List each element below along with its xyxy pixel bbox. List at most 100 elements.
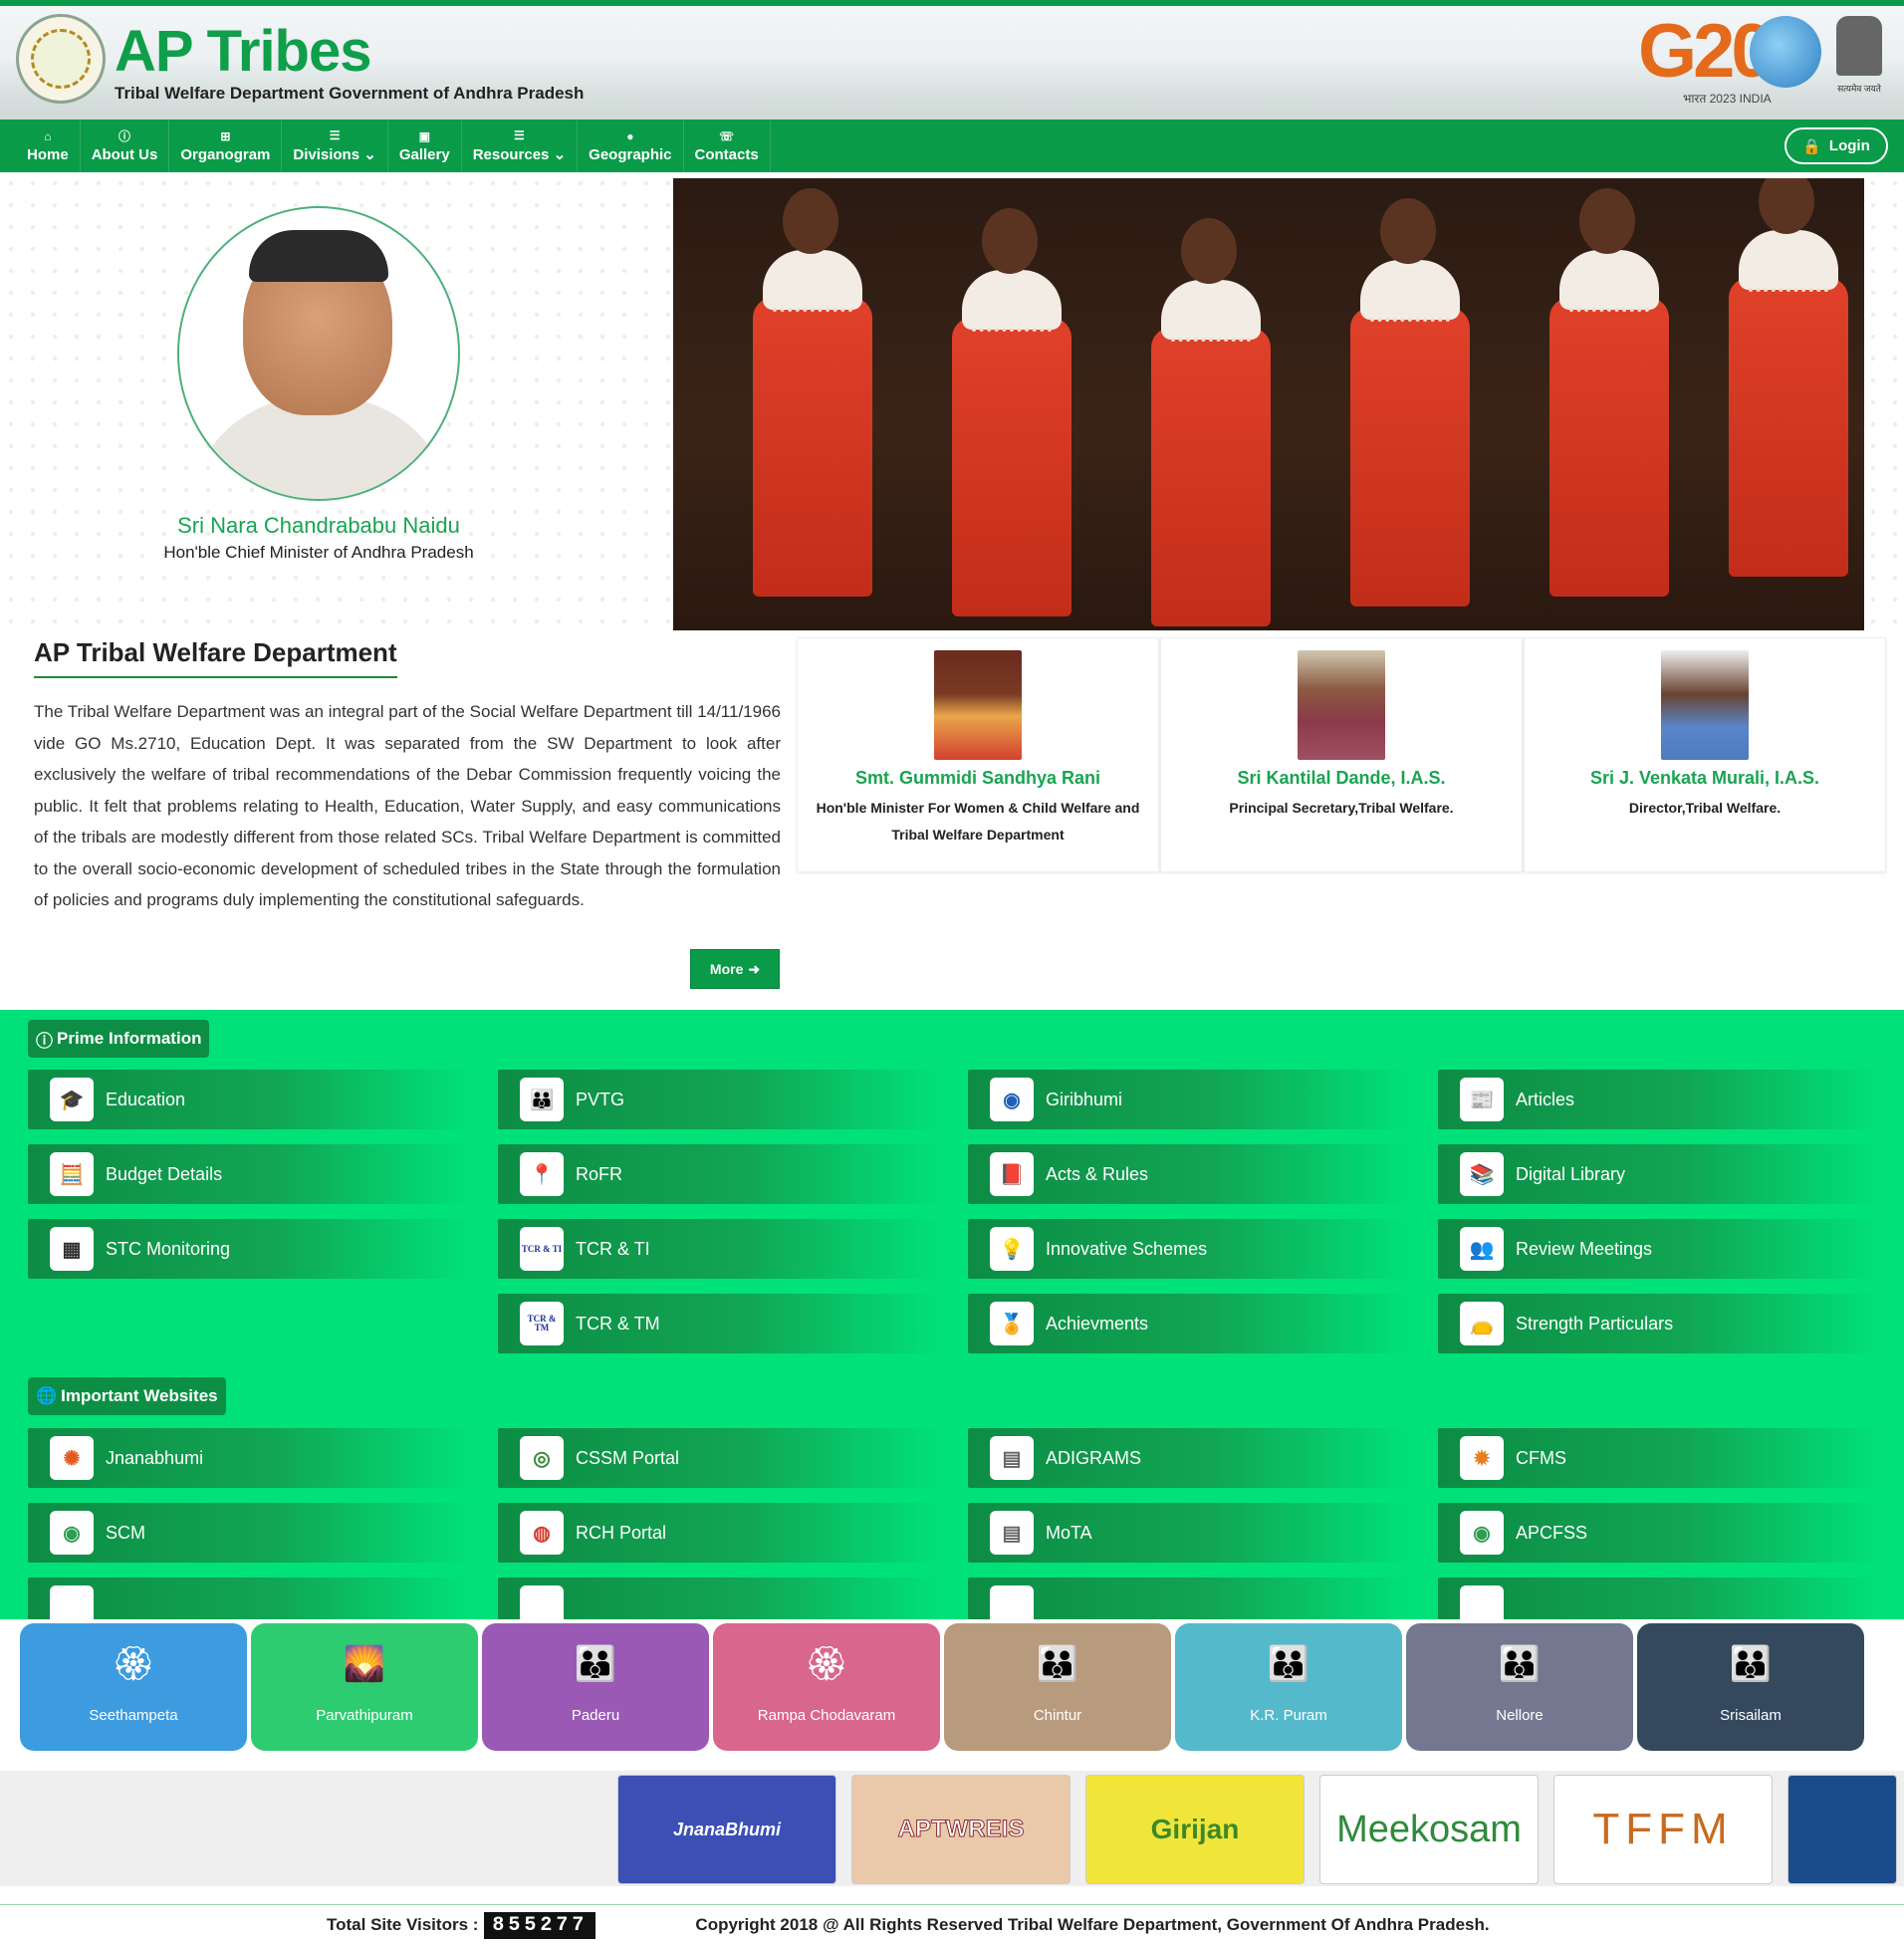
tile-giribhumi[interactable]: ◉ Giribhumi bbox=[968, 1070, 1410, 1129]
nav-divisions[interactable]: ☰ Divisions ⌄ bbox=[282, 120, 388, 172]
ap-state-emblem-logo[interactable] bbox=[16, 14, 106, 104]
nav-geographic[interactable]: ● Geographic bbox=[578, 120, 684, 172]
district-card-kr-puram[interactable]: 👪 K.R. Puram bbox=[1175, 1623, 1402, 1751]
graduation-cap-icon: 🎓 bbox=[50, 1078, 94, 1121]
partner-logo-text: JnanaBhumi bbox=[672, 1819, 782, 1839]
tile-label: SCM bbox=[106, 1522, 145, 1543]
district-card-paderu[interactable]: 👪 Paderu bbox=[482, 1623, 709, 1751]
tile-tcr-ti[interactable]: TCR & TI TCR & TI bbox=[498, 1219, 940, 1279]
partner-logo-jnanabhumi[interactable]: JnanaBhumi bbox=[617, 1775, 836, 1884]
tile-label: STC Monitoring bbox=[106, 1238, 231, 1259]
official-role: Director,Tribal Welfare. bbox=[1628, 800, 1782, 816]
nav-divisions-label: Divisions bbox=[293, 146, 360, 163]
district-card-rampa-chodavaram[interactable]: 🏵 Rampa Chodavaram bbox=[713, 1623, 940, 1751]
district-name: Chintur bbox=[1033, 1707, 1082, 1724]
people-group-icon: 👪 bbox=[1267, 1645, 1310, 1683]
tile-education[interactable]: 🎓 Education bbox=[28, 1070, 470, 1129]
g20-logo-subtext: भारत 2023 INDIA bbox=[1683, 92, 1772, 106]
tile-partial-row[interactable] bbox=[968, 1578, 1410, 1619]
info-circle-icon: ⓘ bbox=[36, 1031, 53, 1051]
ashoka-lions-icon bbox=[1836, 16, 1882, 76]
more-button[interactable]: More ➜ bbox=[690, 949, 780, 989]
hero-section: Sri Nara Chandrababu Naidu Hon'ble Chief… bbox=[0, 172, 1904, 638]
official-card: Sri Kantilal Dande, I.A.S. Principal Sec… bbox=[1160, 637, 1523, 872]
partner-logo-tffm[interactable]: TFFM bbox=[1553, 1775, 1773, 1884]
cfms-logo-icon: ✹ bbox=[1460, 1436, 1504, 1480]
nav-about-us[interactable]: ⓘ About Us bbox=[81, 120, 170, 172]
law-book-icon: 📕 bbox=[990, 1152, 1034, 1196]
partner-logo-meekosam[interactable]: Meekosam bbox=[1319, 1775, 1539, 1884]
prime-information-label: ⓘ Prime Information bbox=[28, 1020, 210, 1058]
tcr-tm-icon: TCR & TM bbox=[520, 1302, 564, 1345]
emblem-motto: सत्यमेव जयते bbox=[1837, 84, 1881, 94]
tile-rch-portal[interactable]: ◍ RCH Portal bbox=[498, 1503, 940, 1563]
meeting-icon: 👥 bbox=[1460, 1227, 1504, 1271]
tile-articles[interactable]: 📰 Articles bbox=[1438, 1070, 1880, 1129]
tile-achievments[interactable]: 🏅 Achievments bbox=[968, 1294, 1410, 1353]
tile-budget-details[interactable]: 🧮 Budget Details bbox=[28, 1144, 470, 1204]
tile-scm[interactable]: ◉ SCM bbox=[28, 1503, 470, 1563]
tile-label: ADIGRAMS bbox=[1046, 1447, 1142, 1468]
district-card-nellore[interactable]: 👪 Nellore bbox=[1406, 1623, 1633, 1751]
tile-stc-monitoring[interactable]: ▦ STC Monitoring bbox=[28, 1219, 470, 1279]
login-button-label: Login bbox=[1828, 137, 1870, 154]
district-name: Nellore bbox=[1496, 1707, 1544, 1724]
itda-seal-icon: 🏵 bbox=[805, 1645, 848, 1683]
chief-minister-name: Sri Nara Chandrababu Naidu bbox=[177, 513, 460, 538]
district-card-srisailam[interactable]: 👪 Srisailam bbox=[1637, 1623, 1864, 1751]
tile-innovative-schemes[interactable]: 💡 Innovative Schemes bbox=[968, 1219, 1410, 1279]
articles-icon: 📰 bbox=[1460, 1078, 1504, 1121]
main-navigation: ⌂ Home ⓘ About Us ⊞ Organogram ☰ Divisions ⌄… bbox=[0, 120, 1904, 172]
people-group-icon: 👪 bbox=[1498, 1645, 1542, 1683]
tile-cfms[interactable]: ✹ CFMS bbox=[1438, 1428, 1880, 1488]
district-card-parvathipuram[interactable]: 🌄 Parvathipuram bbox=[251, 1623, 478, 1751]
list-icon: ☰ bbox=[329, 128, 341, 142]
officials-row: Smt. Gummidi Sandhya Rani Hon'ble Minist… bbox=[797, 637, 1904, 872]
tile-pvtg[interactable]: 👪 PVTG bbox=[498, 1070, 940, 1129]
tile-strength-particulars[interactable]: 👝 Strength Particulars bbox=[1438, 1294, 1880, 1353]
tile-jnanabhumi[interactable]: ✺ Jnanabhumi bbox=[28, 1428, 470, 1488]
map-marker-icon: ● bbox=[626, 128, 634, 143]
site-header: AP Tribes Tribal Welfare Department Gove… bbox=[0, 6, 1904, 120]
nav-organogram[interactable]: ⊞ Organogram bbox=[169, 120, 283, 172]
tcr-ti-icon: TCR & TI bbox=[520, 1227, 564, 1271]
nav-resources[interactable]: ☰ Resources ⌄ bbox=[462, 120, 579, 172]
tile-label: Articles bbox=[1516, 1089, 1575, 1109]
partner-logo-text: APTWREIS bbox=[897, 1816, 1025, 1843]
list-icon: ☰ bbox=[514, 128, 525, 142]
important-websites-label-text: Important Websites bbox=[61, 1386, 218, 1405]
district-card-chintur[interactable]: 👪 Chintur bbox=[944, 1623, 1171, 1751]
nav-home[interactable]: ⌂ Home bbox=[16, 120, 81, 172]
district-name: Parvathipuram bbox=[316, 1707, 413, 1724]
itda-districts-row: 🏵 Seethampeta 🌄 Parvathipuram 👪 Paderu 🏵 Ram… bbox=[0, 1619, 1904, 1753]
tile-partial-row[interactable] bbox=[28, 1578, 470, 1619]
tile-review-meetings[interactable]: 👥 Review Meetings bbox=[1438, 1219, 1880, 1279]
brand-title[interactable]: AP Tribes bbox=[115, 18, 371, 85]
tile-label: Innovative Schemes bbox=[1046, 1238, 1208, 1259]
tile-rofr[interactable]: 📍 RoFR bbox=[498, 1144, 940, 1204]
tile-tcr-tm[interactable]: TCR & TM TCR & TM bbox=[498, 1294, 940, 1353]
people-icon: 👪 bbox=[520, 1078, 564, 1121]
partner-logo-aptwreis[interactable]: APTWREIS bbox=[851, 1775, 1071, 1884]
tile-label: Acts & Rules bbox=[1046, 1163, 1149, 1184]
people-group-icon: 👪 bbox=[1036, 1645, 1079, 1683]
tile-acts-rules[interactable]: 📕 Acts & Rules bbox=[968, 1144, 1410, 1204]
sitemap-icon: ⊞ bbox=[220, 128, 231, 143]
tile-cssm-portal[interactable]: ◎ CSSM Portal bbox=[498, 1428, 940, 1488]
tile-mota[interactable]: ▤ MoTA bbox=[968, 1503, 1410, 1563]
lightbulb-icon: 💡 bbox=[990, 1227, 1034, 1271]
partner-logo-partial[interactable] bbox=[1787, 1775, 1897, 1884]
tile-adigrams[interactable]: ▤ ADIGRAMS bbox=[968, 1428, 1410, 1488]
district-name: Srisailam bbox=[1720, 1707, 1782, 1724]
nav-gallery[interactable]: ▣ Gallery bbox=[388, 120, 462, 172]
tile-partial-row[interactable] bbox=[498, 1578, 940, 1619]
tile-digital-library[interactable]: 📚 Digital Library bbox=[1438, 1144, 1880, 1204]
nav-contacts[interactable]: ☏ Contacts bbox=[684, 120, 771, 172]
district-name: K.R. Puram bbox=[1250, 1707, 1327, 1724]
tile-partial-row[interactable] bbox=[1438, 1578, 1880, 1619]
login-button[interactable]: 🔒 Login bbox=[1785, 127, 1888, 164]
district-card-seethampeta[interactable]: 🏵 Seethampeta bbox=[20, 1623, 247, 1751]
tile-label: CSSM Portal bbox=[576, 1447, 680, 1468]
partner-logo-girijan[interactable]: Girijan bbox=[1085, 1775, 1305, 1884]
tile-apcfss[interactable]: ◉ APCFSS bbox=[1438, 1503, 1880, 1563]
